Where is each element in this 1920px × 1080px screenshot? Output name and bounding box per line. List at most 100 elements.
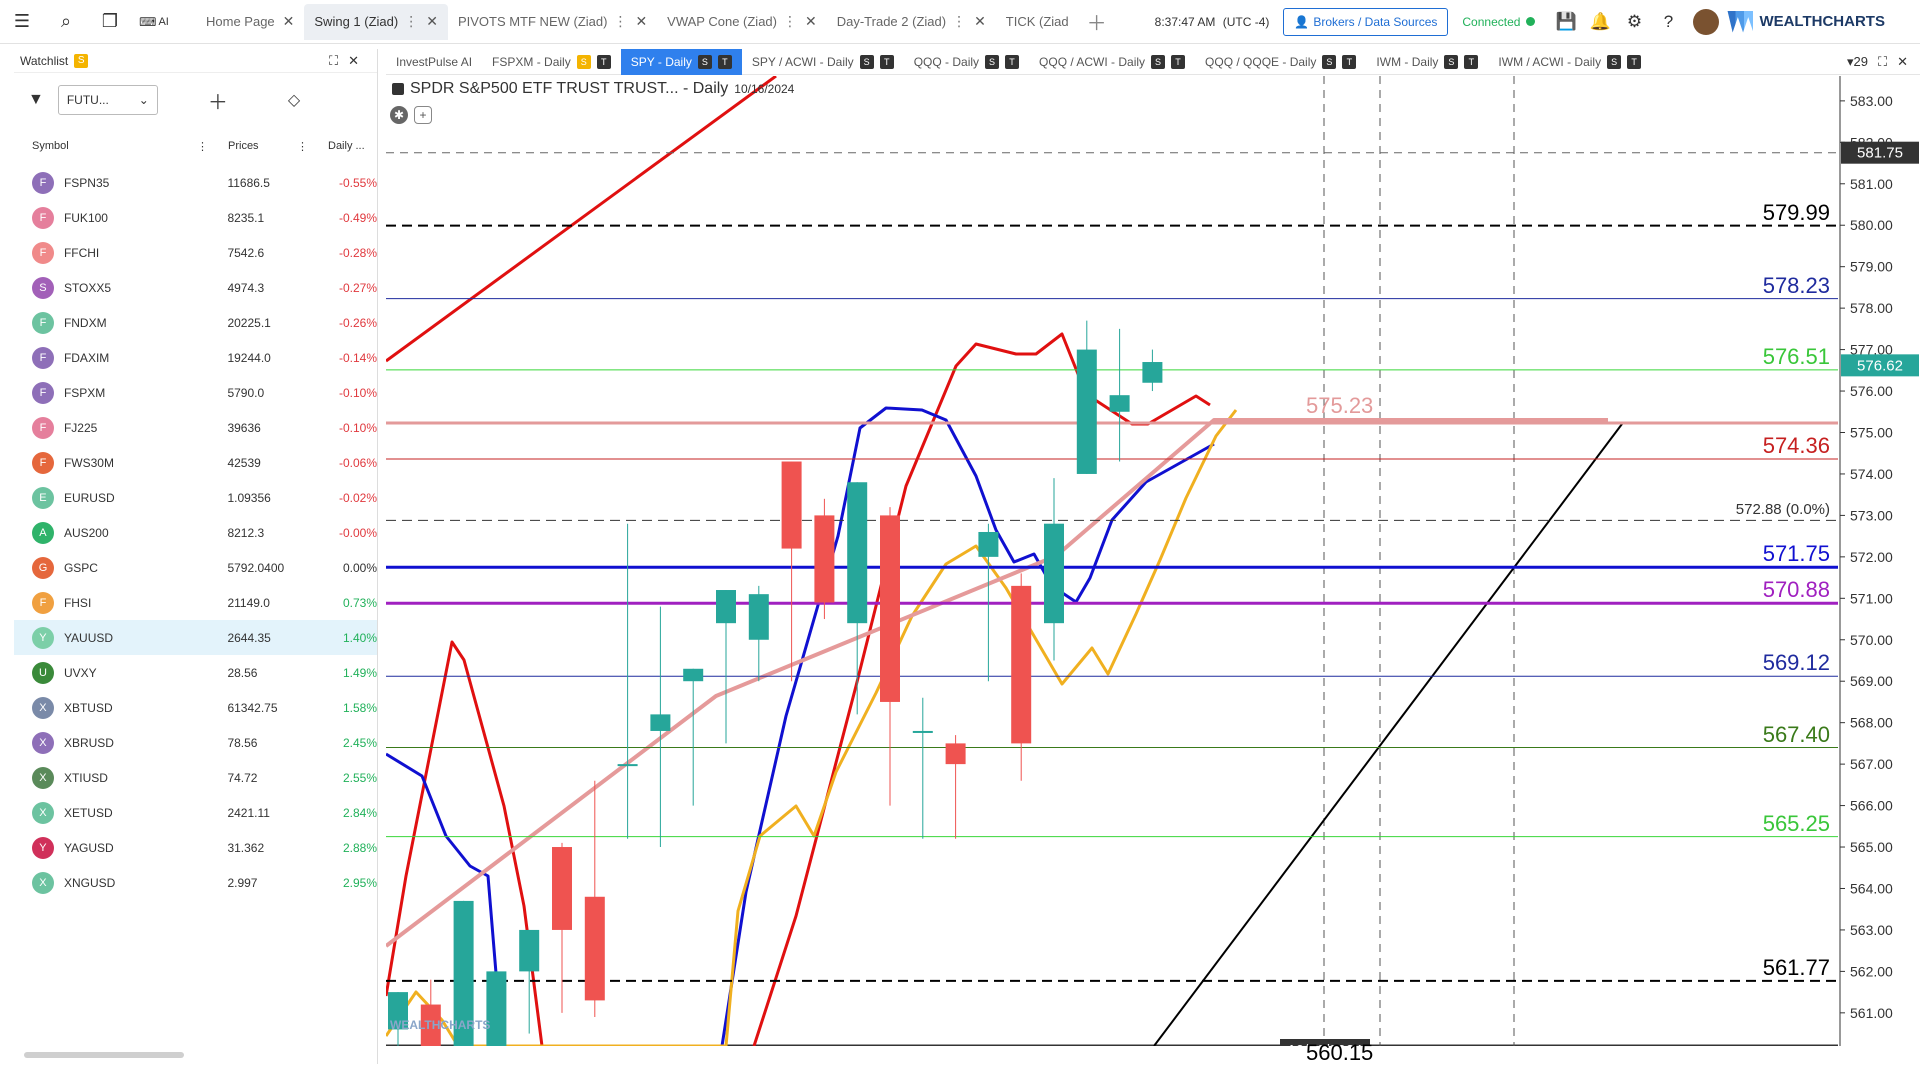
chart-tab-label: QQQ / ACWI - Daily bbox=[1039, 54, 1146, 69]
clock-timezone: (UTC -4) bbox=[1222, 14, 1270, 29]
price-chart[interactable]: 561.00 562.00 563.00 564.00 565.00 566.00 567.… bbox=[386, 76, 1920, 1065]
col-symbol[interactable]: Symbol bbox=[32, 140, 69, 153]
chart-tab[interactable]: IWM - Daily S T bbox=[1366, 49, 1488, 75]
chart-tab-badge: S bbox=[985, 54, 1000, 69]
price-level-label: 570.88 bbox=[1762, 577, 1830, 603]
tab-menu-icon[interactable]: ⋮ bbox=[404, 13, 418, 30]
tab-menu-icon[interactable]: ⋮ bbox=[783, 13, 797, 30]
tab-menu-icon[interactable]: ⋮ bbox=[952, 13, 966, 30]
user-avatar[interactable] bbox=[1693, 8, 1720, 35]
y-tick-label: 583.00 bbox=[1850, 93, 1893, 109]
watchlist-row[interactable]: X XTIUSD 74.72 2.55% bbox=[14, 760, 377, 795]
expand-icon[interactable]: ⛶ bbox=[329, 53, 348, 68]
symbol-icon: F bbox=[32, 591, 54, 614]
watchlist-row[interactable]: U UVXY 28.56 1.49% bbox=[14, 655, 377, 690]
close-tab-icon[interactable]: ✕ bbox=[635, 13, 647, 30]
workspace-tab[interactable]: TICK (Ziad bbox=[996, 4, 1079, 40]
hamburger-menu-icon[interactable]: ☰ bbox=[0, 0, 44, 44]
watchlist-row[interactable]: G GSPC 5792.0400 0.00% bbox=[14, 550, 377, 585]
symbol-name: GSPC bbox=[63, 560, 98, 575]
watchlist-row[interactable]: F FFCHI 7542.6 -0.28% bbox=[14, 235, 377, 270]
watchlist-row[interactable]: X XETUSD 2421.11 2.84% bbox=[14, 795, 377, 830]
watchlist-row[interactable]: F FHSI 21149.0 0.73% bbox=[14, 585, 377, 620]
y-tick-label: 578.00 bbox=[1850, 300, 1893, 316]
chart-tab-badge: T bbox=[879, 54, 894, 69]
watchlist-row[interactable]: F FWS30M 42539 -0.06% bbox=[14, 445, 377, 480]
close-tab-icon[interactable]: ✕ bbox=[426, 13, 438, 30]
chart-tab[interactable]: IWM / ACWI - Daily S T bbox=[1488, 49, 1651, 75]
symbol-daily-change: -0.49% bbox=[338, 210, 377, 225]
ai-assistant-icon[interactable]: ⌨ AI bbox=[132, 0, 176, 44]
col-menu-icon[interactable]: ⋮ bbox=[197, 140, 208, 153]
add-tab-icon[interactable]: ＋ bbox=[1087, 7, 1107, 36]
watchlist-row[interactable]: A AUS200 8212.3 -0.00% bbox=[14, 515, 377, 550]
watchlist-row[interactable]: Y YAGUSD 31.362 2.88% bbox=[14, 830, 377, 865]
add-indicator-icon[interactable]: + bbox=[414, 106, 432, 124]
chart-tab[interactable]: QQQ - Daily S T bbox=[904, 49, 1029, 75]
watchlist-scrollbar[interactable] bbox=[24, 1052, 184, 1058]
layouts-icon[interactable]: ❐ bbox=[88, 0, 132, 44]
col-daily[interactable]: Daily ... bbox=[328, 140, 365, 152]
watchlist-selector[interactable]: FUTU... ⌄ bbox=[57, 85, 158, 115]
price-level-label: 567.40 bbox=[1762, 721, 1830, 747]
close-tab-icon[interactable]: ✕ bbox=[283, 13, 295, 30]
close-icon[interactable]: ✕ bbox=[348, 53, 369, 68]
watchlist-row[interactable]: Y YAUUSD 2644.35 1.40% bbox=[14, 620, 377, 655]
col-menu-icon[interactable]: ⋮ bbox=[297, 140, 308, 153]
watchlist-row[interactable]: F FJ225 39636 -0.10% bbox=[14, 410, 377, 445]
candle-body bbox=[1076, 349, 1097, 474]
filter-icon[interactable]: ▼ bbox=[28, 91, 44, 109]
save-icon[interactable]: 💾 bbox=[1549, 5, 1583, 39]
settings-icon[interactable]: ✱ bbox=[390, 106, 408, 124]
watchlist-row[interactable]: X XBTUSD 61342.75 1.58% bbox=[14, 690, 377, 725]
eraser-icon[interactable]: ◇ bbox=[288, 90, 300, 110]
col-prices[interactable]: Prices bbox=[228, 140, 259, 153]
chart-tab[interactable]: QQQ / ACWI - Daily S T bbox=[1029, 49, 1195, 75]
watchlist-row[interactable]: F FSPN35 11686.5 -0.55% bbox=[14, 165, 377, 200]
tab-menu-icon[interactable]: ⋮ bbox=[613, 13, 627, 30]
watchlist-row[interactable]: S STOXX5 4974.3 -0.27% bbox=[14, 270, 377, 305]
watchlist-row[interactable]: F FDAXIM 19244.0 -0.14% bbox=[14, 340, 377, 375]
watchlist-row[interactable]: F FNDXM 20225.1 -0.26% bbox=[14, 305, 377, 340]
add-symbol-icon[interactable]: ＋ bbox=[208, 86, 228, 115]
chart-tab[interactable]: InvestPulse AI bbox=[386, 49, 482, 75]
search-icon[interactable]: ⌕ bbox=[44, 0, 88, 44]
workspace-tab[interactable]: Home Page ✕ bbox=[196, 4, 304, 40]
notifications-bell-icon[interactable]: 🔔 bbox=[1583, 5, 1617, 39]
chart-symbol-name: SPDR S&P500 ETF TRUST TRUST... - Daily bbox=[410, 80, 729, 97]
last-price-label: 576.62 bbox=[1857, 357, 1903, 374]
close-icon[interactable]: ✕ bbox=[1897, 54, 1908, 70]
chart-tab[interactable]: SPY / ACWI - Daily S T bbox=[742, 49, 904, 75]
symbol-name: AUS200 bbox=[63, 525, 109, 540]
y-tick-label: 562.00 bbox=[1850, 963, 1893, 979]
workspace-tab[interactable]: VWAP Cone (Ziad) ⋮ ✕ bbox=[657, 4, 827, 40]
watchlist-row[interactable]: X XBRUSD 78.56 2.45% bbox=[14, 725, 377, 760]
watchlist-row[interactable]: F FSPXM 5790.0 -0.10% bbox=[14, 375, 377, 410]
tab-count[interactable]: ▾29 bbox=[1847, 54, 1868, 70]
clock: 8:37:47 AM (UTC -4) bbox=[1155, 15, 1270, 29]
chart-canvas[interactable]: 561.00 562.00 563.00 564.00 565.00 566.00 567.… bbox=[386, 76, 1920, 1046]
workspace-tab[interactable]: PIVOTS MTF NEW (Ziad) ⋮ ✕ bbox=[448, 4, 657, 40]
symbol-price: 28.56 bbox=[227, 665, 258, 680]
watchlist-row[interactable]: E EURUSD 1.09356 -0.02% bbox=[14, 480, 377, 515]
workspace-tab[interactable]: Swing 1 (Ziad) ⋮ ✕ bbox=[304, 3, 448, 40]
brokers-data-sources-button[interactable]: 👤 Brokers / Data Sources bbox=[1283, 7, 1449, 36]
settings-gear-icon[interactable]: ⚙ bbox=[1617, 5, 1651, 39]
close-tab-icon[interactable]: ✕ bbox=[974, 13, 986, 30]
y-tick-label: 563.00 bbox=[1850, 922, 1893, 938]
chart-tab[interactable]: QQQ / QQQE - Daily S T bbox=[1195, 49, 1366, 75]
candle-body bbox=[617, 764, 638, 767]
workspace-tab[interactable]: Day-Trade 2 (Ziad) ⋮ ✕ bbox=[827, 4, 996, 40]
close-tab-icon[interactable]: ✕ bbox=[805, 13, 817, 30]
chart-tab[interactable]: SPY - Daily S T bbox=[620, 48, 742, 75]
watchlist-row[interactable]: F FUK100 8235.1 -0.49% bbox=[14, 200, 377, 235]
connection-status-label: Connected bbox=[1462, 14, 1521, 29]
chart-tab-label: SPY / ACWI - Daily bbox=[751, 54, 854, 69]
maximize-icon[interactable]: ⛶ bbox=[1878, 54, 1887, 70]
help-icon[interactable]: ? bbox=[1651, 5, 1685, 39]
watchlist-badge: S bbox=[74, 53, 89, 68]
chart-tab-badge: T bbox=[1627, 54, 1642, 69]
chart-tab[interactable]: FSPXM - Daily S T bbox=[482, 49, 621, 75]
symbol-daily-change: -0.10% bbox=[338, 385, 377, 400]
watchlist-row[interactable]: X XNGUSD 2.997 2.95% bbox=[14, 865, 377, 900]
